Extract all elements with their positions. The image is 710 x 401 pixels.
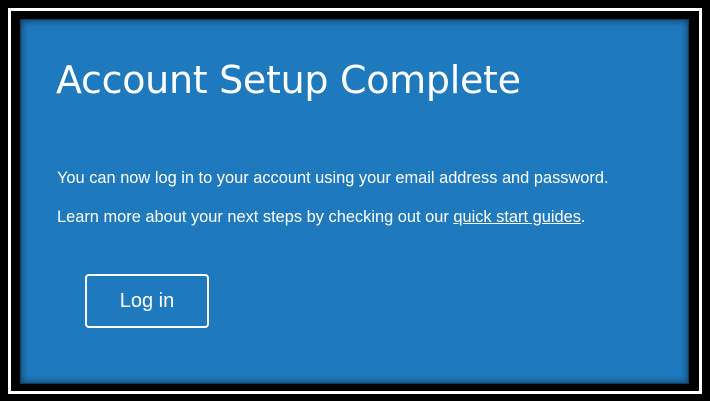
setup-complete-card: Account Setup Complete You can now log i…: [20, 19, 689, 384]
next-steps-suffix: .: [580, 208, 586, 226]
quick-start-guides-link[interactable]: quick start guides: [453, 208, 581, 226]
login-instructions-text: You can now log in to your account using…: [57, 169, 609, 187]
outer-frame: Account Setup Complete You can now log i…: [0, 0, 710, 401]
login-button[interactable]: Log in: [85, 274, 209, 328]
next-steps-text: Learn more about your next steps by chec…: [57, 207, 585, 227]
page-title: Account Setup Complete: [56, 58, 521, 102]
next-steps-prefix: Learn more about your next steps by chec…: [57, 208, 454, 226]
